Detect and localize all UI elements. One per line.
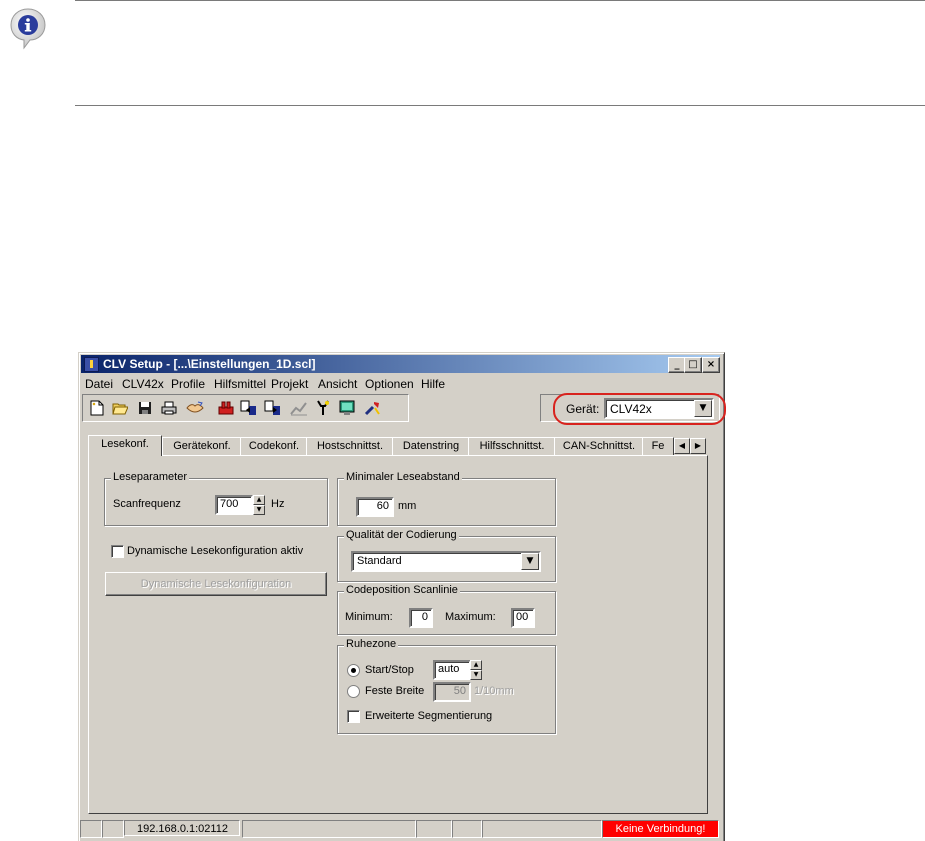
group-title: Qualität der Codierung [344, 529, 459, 541]
feste-breite-input[interactable]: 50 [433, 682, 471, 702]
group-codeposition: Codeposition Scanlinie Minimum: 0 Maximu… [337, 584, 556, 635]
status-bar: 192.168.0.1:02112 Keine Verbindung! [78, 818, 723, 840]
print-icon[interactable] [159, 399, 179, 417]
chevron-down-icon[interactable]: ▼ [521, 553, 539, 570]
scanfrequenz-input[interactable]: 700 [215, 495, 253, 515]
startstop-spinner[interactable]: ▲ ▼ [470, 660, 482, 680]
tab-scroll-left-icon[interactable]: ◀ [674, 438, 690, 454]
tab-geraetekonf[interactable]: Gerätekonf. [162, 437, 242, 456]
close-button[interactable]: × [702, 357, 720, 373]
top-divider [75, 0, 925, 1]
window-title: CLV Setup - [...\Einstellungen_1D.scl] [103, 357, 316, 371]
tab-canschnittst[interactable]: CAN-Schnittst. [554, 437, 644, 456]
menu-clv42x[interactable]: CLV42x [122, 377, 164, 391]
dynamic-config-button[interactable]: Dynamische Lesekonfiguration [105, 572, 327, 596]
spin-up-icon[interactable]: ▲ [470, 660, 482, 670]
highlight-annotation [553, 393, 726, 425]
menu-bar: Datei CLV42x Profile Hilfsmittel Projekt… [81, 374, 720, 393]
menu-hilfe[interactable]: Hilfe [421, 377, 445, 391]
group-title: Ruhezone [344, 638, 399, 650]
feste-breite-value: 50 [453, 685, 466, 697]
tab-scroll-right-icon[interactable]: ▶ [690, 438, 706, 454]
status-cell-2 [102, 820, 124, 838]
device-icon[interactable] [216, 399, 236, 417]
tab-bar: Lesekonf. Gerätekonf. Codekonf. Hostschn… [88, 435, 708, 456]
main-toolbar [82, 394, 409, 422]
menu-datei[interactable]: Datei [85, 377, 113, 391]
spin-down-icon[interactable]: ▼ [253, 505, 265, 515]
startstop-label: Start/Stop [365, 664, 414, 676]
wrench-icon[interactable] [363, 399, 383, 417]
tab-fe[interactable]: Fe [642, 437, 674, 456]
app-icon [84, 357, 99, 372]
feste-breite-unit: 1/10mm [474, 685, 514, 697]
codeposition-min-label: Minimum: [345, 611, 393, 623]
startstop-input[interactable]: auto [433, 660, 471, 680]
status-cell-6 [482, 820, 602, 838]
segmentierung-label: Erweiterte Segmentierung [365, 710, 493, 722]
tab-hilfsschnittst[interactable]: Hilfsschnittst. [468, 437, 556, 456]
dynamic-config-checkbox[interactable] [111, 545, 124, 558]
scanfrequenz-value: 700 [220, 498, 239, 510]
tools-icon[interactable] [313, 399, 333, 417]
group-title: Leseparameter [111, 471, 189, 483]
qualitaet-value: Standard [357, 555, 402, 567]
info-icon [8, 6, 48, 50]
tab-hostschnittst[interactable]: Hostschnittst. [306, 437, 394, 456]
scanfrequenz-spinner[interactable]: ▲ ▼ [253, 495, 265, 515]
spin-down-icon[interactable]: ▼ [470, 670, 482, 680]
codeposition-max-label: Maximum: [445, 611, 496, 623]
startstop-radio[interactable] [347, 664, 360, 677]
connection-status-badge: Keine Verbindung! [602, 820, 719, 838]
segmentierung-checkbox[interactable] [347, 710, 360, 723]
min-leseabstand-value: 60 [376, 500, 389, 512]
save-icon[interactable] [135, 399, 155, 417]
tab-datenstring[interactable]: Datenstring [392, 437, 470, 456]
menu-projekt[interactable]: Projekt [271, 377, 308, 391]
group-ruhezone: Ruhezone Start/Stop auto ▲ ▼ Feste Breit… [337, 638, 556, 734]
status-cell-3 [242, 820, 416, 838]
group-qualitaet: Qualität der Codierung Standard ▼ [337, 529, 556, 582]
status-cell-5 [452, 820, 482, 838]
tab-codekonf[interactable]: Codekonf. [240, 437, 308, 456]
codeposition-min-value: 0 [421, 611, 428, 623]
dynamic-config-label: Dynamische Lesekonfiguration aktiv [127, 545, 304, 557]
open-icon[interactable] [110, 399, 130, 417]
title-bar[interactable]: CLV Setup - [...\Einstellungen_1D.scl] _… [81, 355, 720, 373]
menu-ansicht[interactable]: Ansicht [318, 377, 357, 391]
group-title: Minimaler Leseabstand [344, 471, 462, 483]
codeposition-max-value: 00 [516, 611, 529, 623]
feste-breite-label: Feste Breite [365, 685, 425, 697]
startstop-value: auto [438, 663, 460, 675]
status-address: 192.168.0.1:02112 [124, 820, 240, 836]
handshake-icon[interactable] [185, 399, 205, 417]
group-leseparameter: Leseparameter Scanfrequenz 700 ▲ ▼ Hz [104, 471, 328, 526]
min-leseabstand-unit: mm [398, 500, 417, 512]
upload-icon[interactable] [239, 399, 259, 417]
min-leseabstand-input[interactable]: 60 [356, 497, 394, 517]
menu-optionen[interactable]: Optionen [365, 377, 414, 391]
menu-profile[interactable]: Profile [171, 377, 205, 391]
codeposition-max-input[interactable]: 00 [511, 608, 535, 628]
maximize-button[interactable]: □ [684, 357, 702, 373]
menu-hilfsmittel[interactable]: Hilfsmittel [214, 377, 266, 391]
bottom-divider [75, 105, 925, 106]
monitor-icon[interactable] [337, 399, 357, 417]
status-cell-1 [80, 820, 102, 838]
codeposition-min-input[interactable]: 0 [409, 608, 433, 628]
new-icon[interactable] [87, 399, 107, 417]
spin-up-icon[interactable]: ▲ [253, 495, 265, 505]
tab-lesekonf[interactable]: Lesekonf. [88, 435, 162, 456]
group-min-leseabstand: Minimaler Leseabstand 60 mm [337, 471, 556, 526]
qualitaet-select[interactable]: Standard ▼ [351, 551, 541, 572]
status-cell-4 [416, 820, 452, 838]
scanfrequenz-unit: Hz [271, 498, 285, 510]
download-icon[interactable] [263, 399, 283, 417]
scanfrequenz-label: Scanfrequenz [113, 498, 181, 510]
group-title: Codeposition Scanlinie [344, 584, 460, 596]
chart-icon[interactable] [289, 399, 309, 417]
feste-breite-radio[interactable] [347, 685, 360, 698]
